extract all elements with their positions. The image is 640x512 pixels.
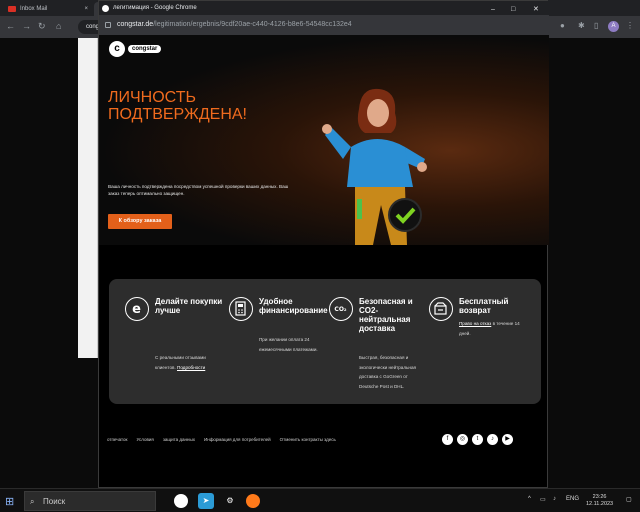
reload-icon[interactable]: ↻	[38, 21, 46, 32]
taskbar: ⊞ ⌕ Поиск ➤ ⚙ ^ ▭ ♪ ENG 23:26 12.11.2023…	[0, 488, 640, 512]
feature-title: Бесплатный возврат	[459, 297, 509, 315]
svg-text:e: e	[132, 302, 141, 317]
url-path: /legitimation/ergebnis/9cdf20ae-c440-412…	[153, 21, 352, 28]
tab-inbox-mail[interactable]: Inbox Mail ×	[4, 2, 92, 16]
taskbar-search[interactable]: ⌕ Поиск	[24, 491, 156, 511]
feature-body: Право на отказ в течение 14 дней.	[459, 319, 531, 338]
details-link[interactable]: Подробности	[177, 365, 205, 370]
notifications-icon[interactable]: ▢	[626, 496, 632, 503]
feature-body: Быстрая, безопасная и экологически нейтр…	[359, 355, 417, 389]
extension-icon[interactable]: ●	[560, 21, 565, 30]
clock-date: 12.11.2023	[586, 501, 614, 507]
order-overview-button[interactable]: К обзору заказа	[108, 214, 172, 229]
popup-titlebar: легитимация - Google Chrome – □ ✕	[99, 1, 549, 15]
twitter-icon[interactable]: t	[472, 434, 483, 445]
feature-body: При желании оплата 24 ежемесячными плате…	[259, 337, 318, 352]
background-document	[78, 38, 98, 358]
check-icon	[388, 198, 422, 232]
footer-link-privacy[interactable]: защита данных	[163, 437, 195, 442]
system-clock[interactable]: 23:26 12.11.2023	[586, 494, 613, 508]
feature-title: Безопасная и CO2-нейтральная доставка	[359, 297, 413, 333]
co2-icon: CO₂	[329, 297, 353, 321]
popup-address-bar: congstar.de/legitimation/ergebnis/9cdf20…	[99, 15, 549, 35]
profile-avatar[interactable]: A	[608, 21, 619, 32]
return-box-icon	[429, 297, 453, 321]
settings-gear-icon[interactable]: ⚙	[222, 493, 238, 509]
clock-time: 23:26	[592, 494, 607, 500]
e-icon: e	[125, 297, 149, 321]
calculator-icon	[229, 297, 253, 321]
footer-link-cancel-contracts[interactable]: Отменить контракты здесь	[280, 437, 336, 442]
firefox-icon[interactable]	[246, 494, 260, 508]
footer-link-consumer-info[interactable]: Информация для потребителей	[204, 437, 271, 442]
search-icon: ⌕	[30, 497, 35, 506]
hero-banner: c congstar ЛИЧНОСТЬ ПОДТВЕРЖДЕНА! Ваша л…	[99, 35, 549, 245]
back-icon[interactable]: ←	[6, 21, 15, 31]
svg-text:CO₂: CO₂	[334, 306, 347, 313]
logo-mark: c	[109, 41, 125, 57]
search-placeholder: Поиск	[43, 497, 66, 506]
social-links: f ◎ t ♪ ▶	[442, 434, 513, 445]
footer-links: отпечаток Условия защита данных Информац…	[107, 437, 336, 442]
youtube-icon[interactable]: ▶	[502, 434, 513, 445]
windows-start-icon[interactable]: ⊞	[5, 495, 14, 508]
url-host: congstar.de	[117, 21, 154, 28]
tiktok-icon[interactable]: ♪	[487, 434, 498, 445]
volume-icon[interactable]: ♪	[553, 496, 556, 502]
language-indicator[interactable]: ENG	[566, 496, 579, 502]
chrome-icon[interactable]	[174, 494, 188, 508]
sidepanel-icon[interactable]: ▯	[594, 21, 598, 30]
footer-link-imprint[interactable]: отпечаток	[107, 437, 128, 442]
page-title: ЛИЧНОСТЬ ПОДТВЕРЖДЕНА!	[108, 89, 247, 123]
home-icon[interactable]: ⌂	[56, 21, 61, 31]
popup-window: легитимация - Google Chrome – □ ✕ congst…	[98, 0, 549, 488]
withdrawal-right-link[interactable]: Право на отказ	[459, 321, 491, 326]
puzzle-icon[interactable]: ✱	[578, 21, 585, 30]
lock-icon	[105, 22, 111, 28]
footer-link-terms[interactable]: Условия	[137, 437, 154, 442]
instagram-icon[interactable]: ◎	[457, 434, 468, 445]
facebook-icon[interactable]: f	[442, 434, 453, 445]
network-icon[interactable]: ▭	[540, 496, 546, 503]
tray-chevron-icon[interactable]: ^	[528, 496, 531, 502]
congstar-favicon-icon	[102, 5, 109, 12]
page-footer: отпечаток Условия защита данных Информац…	[99, 431, 549, 451]
mail-icon	[8, 6, 16, 12]
feature-title: Делайте покупки лучше	[155, 297, 223, 315]
feature-body: С реальными отзывами клиентов. Подробнос…	[155, 353, 227, 372]
features-panel: e Делайте покупки лучше С реальными отзы…	[109, 279, 541, 404]
telegram-icon[interactable]: ➤	[198, 493, 214, 509]
forward-icon[interactable]: →	[22, 21, 31, 31]
menu-icon[interactable]: ⋮	[626, 21, 634, 30]
logo-text: congstar	[128, 45, 162, 53]
popup-title: легитимация - Google Chrome	[113, 5, 197, 11]
close-tab-icon[interactable]: ×	[84, 6, 88, 12]
confirmation-text: Ваша личность подтверждена посредством у…	[108, 184, 289, 196]
congstar-logo[interactable]: c congstar	[109, 41, 162, 57]
tab-label: Inbox Mail	[20, 6, 48, 12]
